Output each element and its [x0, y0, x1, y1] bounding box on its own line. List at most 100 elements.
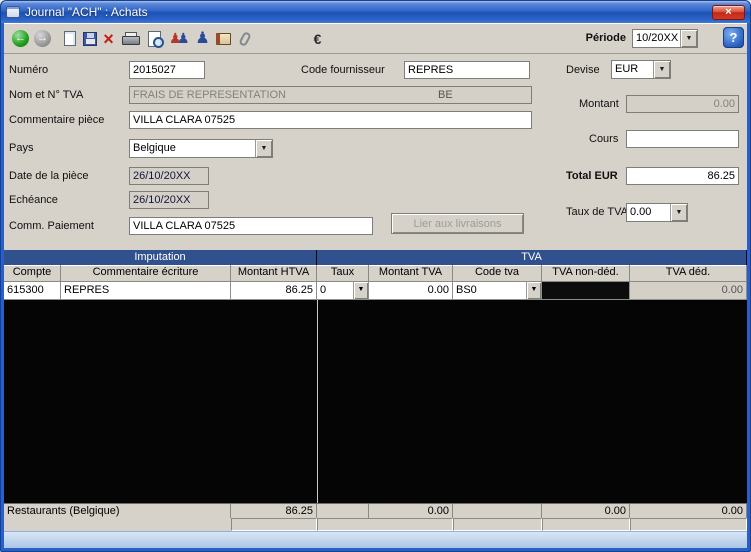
new-document-icon — [64, 31, 76, 46]
user-button[interactable]: ♟ — [191, 27, 214, 50]
footer-montant-tva: 0.00 — [369, 504, 453, 518]
titlebar: Journal "ACH" : Achats × — [1, 1, 750, 23]
attachment-button[interactable] — [233, 27, 256, 50]
chevron-down-icon[interactable]: ▼ — [255, 140, 272, 157]
print-button[interactable] — [118, 27, 141, 50]
footer2-box — [453, 518, 542, 531]
col-header-code-tva: Code tva — [453, 265, 542, 282]
user-icon: ♟ — [195, 30, 209, 48]
total-eur-label: Total EUR — [566, 170, 618, 182]
footer2-box — [630, 518, 747, 531]
delete-icon: × — [103, 30, 114, 48]
devise-value: EUR — [612, 61, 653, 78]
taux-tva-label: Taux de TVA — [566, 206, 628, 218]
client-area: ← → × ♟♟ ♟ € Période 10/20XX ▼ ? Numéro … — [4, 23, 747, 548]
cours-label: Cours — [589, 133, 618, 145]
preview-button[interactable] — [144, 27, 167, 50]
code-tva-value: BS0 — [453, 282, 526, 299]
cell-tva-non-ded[interactable] — [542, 282, 630, 300]
montant-label: Montant — [579, 98, 619, 110]
chevron-down-icon[interactable]: ▼ — [526, 282, 541, 299]
back-button[interactable]: ← — [9, 27, 32, 50]
app-window: Journal "ACH" : Achats × ← → × ♟♟ ♟ € Pé… — [0, 0, 751, 552]
cell-code-tva[interactable]: BS0 ▼ — [453, 282, 542, 300]
col-header-compte: Compte — [4, 265, 61, 282]
footer-account-label: Restaurants (Belgique) — [4, 504, 231, 518]
chevron-down-icon[interactable]: ▼ — [680, 30, 697, 47]
footer2-box — [231, 518, 317, 531]
grid-column-headers: Compte Commentaire écriture Montant HTVA… — [4, 265, 747, 282]
comm-paiement-field[interactable]: VILLA CLARA 07525 — [129, 217, 373, 235]
pays-select[interactable]: Belgique ▼ — [129, 139, 273, 158]
col-header-montant-htva: Montant HTVA — [231, 265, 317, 282]
cell-montant-tva[interactable]: 0.00 — [369, 282, 453, 300]
footer2-box — [542, 518, 630, 531]
col-header-taux: Taux — [317, 265, 369, 282]
preview-icon — [148, 31, 163, 47]
numero-field[interactable]: 2015027 — [129, 61, 205, 79]
chevron-down-icon[interactable]: ▼ — [670, 204, 687, 221]
cell-commentaire[interactable]: REPRES — [61, 282, 231, 300]
cell-taux[interactable]: 0 ▼ — [317, 282, 369, 300]
chevron-down-icon[interactable]: ▼ — [353, 282, 368, 299]
printer-icon — [122, 32, 138, 45]
close-button[interactable]: × — [712, 5, 745, 20]
journal-button[interactable] — [212, 27, 235, 50]
forward-button[interactable]: → — [31, 27, 54, 50]
echeance-field[interactable]: 26/10/20XX — [129, 191, 209, 209]
cell-compte[interactable]: 615300 — [4, 282, 61, 300]
nom-tva-label: Nom et N° TVA — [9, 89, 83, 101]
commentaire-piece-field[interactable]: VILLA CLARA 07525 — [129, 111, 532, 129]
col-header-commentaire: Commentaire écriture — [61, 265, 231, 282]
col-header-tva-non-ded: TVA non-déd. — [542, 265, 630, 282]
imputation-group-header: Imputation — [4, 250, 317, 265]
total-eur-field[interactable]: 86.25 — [626, 167, 739, 185]
pane-separator — [317, 300, 318, 503]
nom-tva-field: FRAIS DE REPRESENTATION BE — [129, 86, 532, 104]
chevron-down-icon[interactable]: ▼ — [653, 61, 670, 78]
grid-footer-secondary — [4, 518, 747, 531]
code-fournisseur-label: Code fournisseur — [301, 64, 385, 76]
numero-label: Numéro — [9, 64, 48, 76]
footer-tva-ded: 0.00 — [630, 504, 747, 518]
forward-icon: → — [34, 30, 51, 47]
cell-montant-htva[interactable]: 86.25 — [231, 282, 317, 300]
table-row: 615300 REPRES 86.25 0 ▼ 0.00 BS0 ▼ 0.00 — [4, 282, 747, 300]
currency-icon: € — [314, 31, 322, 47]
book-icon — [216, 33, 231, 45]
footer-code-spacer — [453, 504, 542, 518]
delete-button[interactable]: × — [97, 27, 120, 50]
taux-value: 0 — [317, 282, 353, 299]
cours-field[interactable] — [626, 130, 739, 148]
toolbar: ← → × ♟♟ ♟ € Période 10/20XX ▼ ? — [4, 23, 747, 54]
periode-label: Période — [586, 32, 626, 44]
tva-group-header: TVA — [317, 250, 747, 265]
contacts-button[interactable]: ♟♟ — [167, 27, 190, 50]
help-button[interactable]: ? — [723, 27, 744, 48]
paperclip-icon — [238, 30, 252, 46]
save-icon — [83, 32, 97, 46]
grid-empty-area[interactable] — [4, 300, 747, 503]
contacts-icon: ♟♟ — [169, 30, 188, 47]
lines-grid: Imputation TVA Compte Commentaire écritu… — [4, 250, 747, 531]
devise-label: Devise — [566, 64, 600, 76]
code-fournisseur-field[interactable]: REPRES — [404, 61, 530, 79]
grid-footer: Restaurants (Belgique) 86.25 0.00 0.00 0… — [4, 503, 747, 518]
taux-tva-select[interactable]: 0.00 ▼ — [626, 203, 688, 222]
date-piece-label: Date de la pièce — [9, 170, 89, 182]
periode-select[interactable]: 10/20XX ▼ — [632, 29, 698, 48]
date-piece-field[interactable]: 26/10/20XX — [129, 167, 209, 185]
col-header-montant-tva: Montant TVA — [369, 265, 453, 282]
taux-tva-value: 0.00 — [627, 204, 670, 221]
person-icon: ♟ — [177, 30, 190, 47]
currency-button[interactable]: € — [306, 27, 329, 50]
close-icon: × — [725, 7, 731, 18]
pays-label: Pays — [9, 142, 33, 154]
montant-field: 0.00 — [626, 95, 739, 113]
devise-select[interactable]: EUR ▼ — [611, 60, 671, 79]
footer-montant-htva: 86.25 — [231, 504, 317, 518]
cell-tva-ded: 0.00 — [630, 282, 747, 300]
lier-aux-livraisons-button[interactable]: Lier aux livraisons — [391, 213, 524, 234]
footer2-box — [317, 518, 453, 531]
window-title: Journal "ACH" : Achats — [25, 5, 707, 19]
